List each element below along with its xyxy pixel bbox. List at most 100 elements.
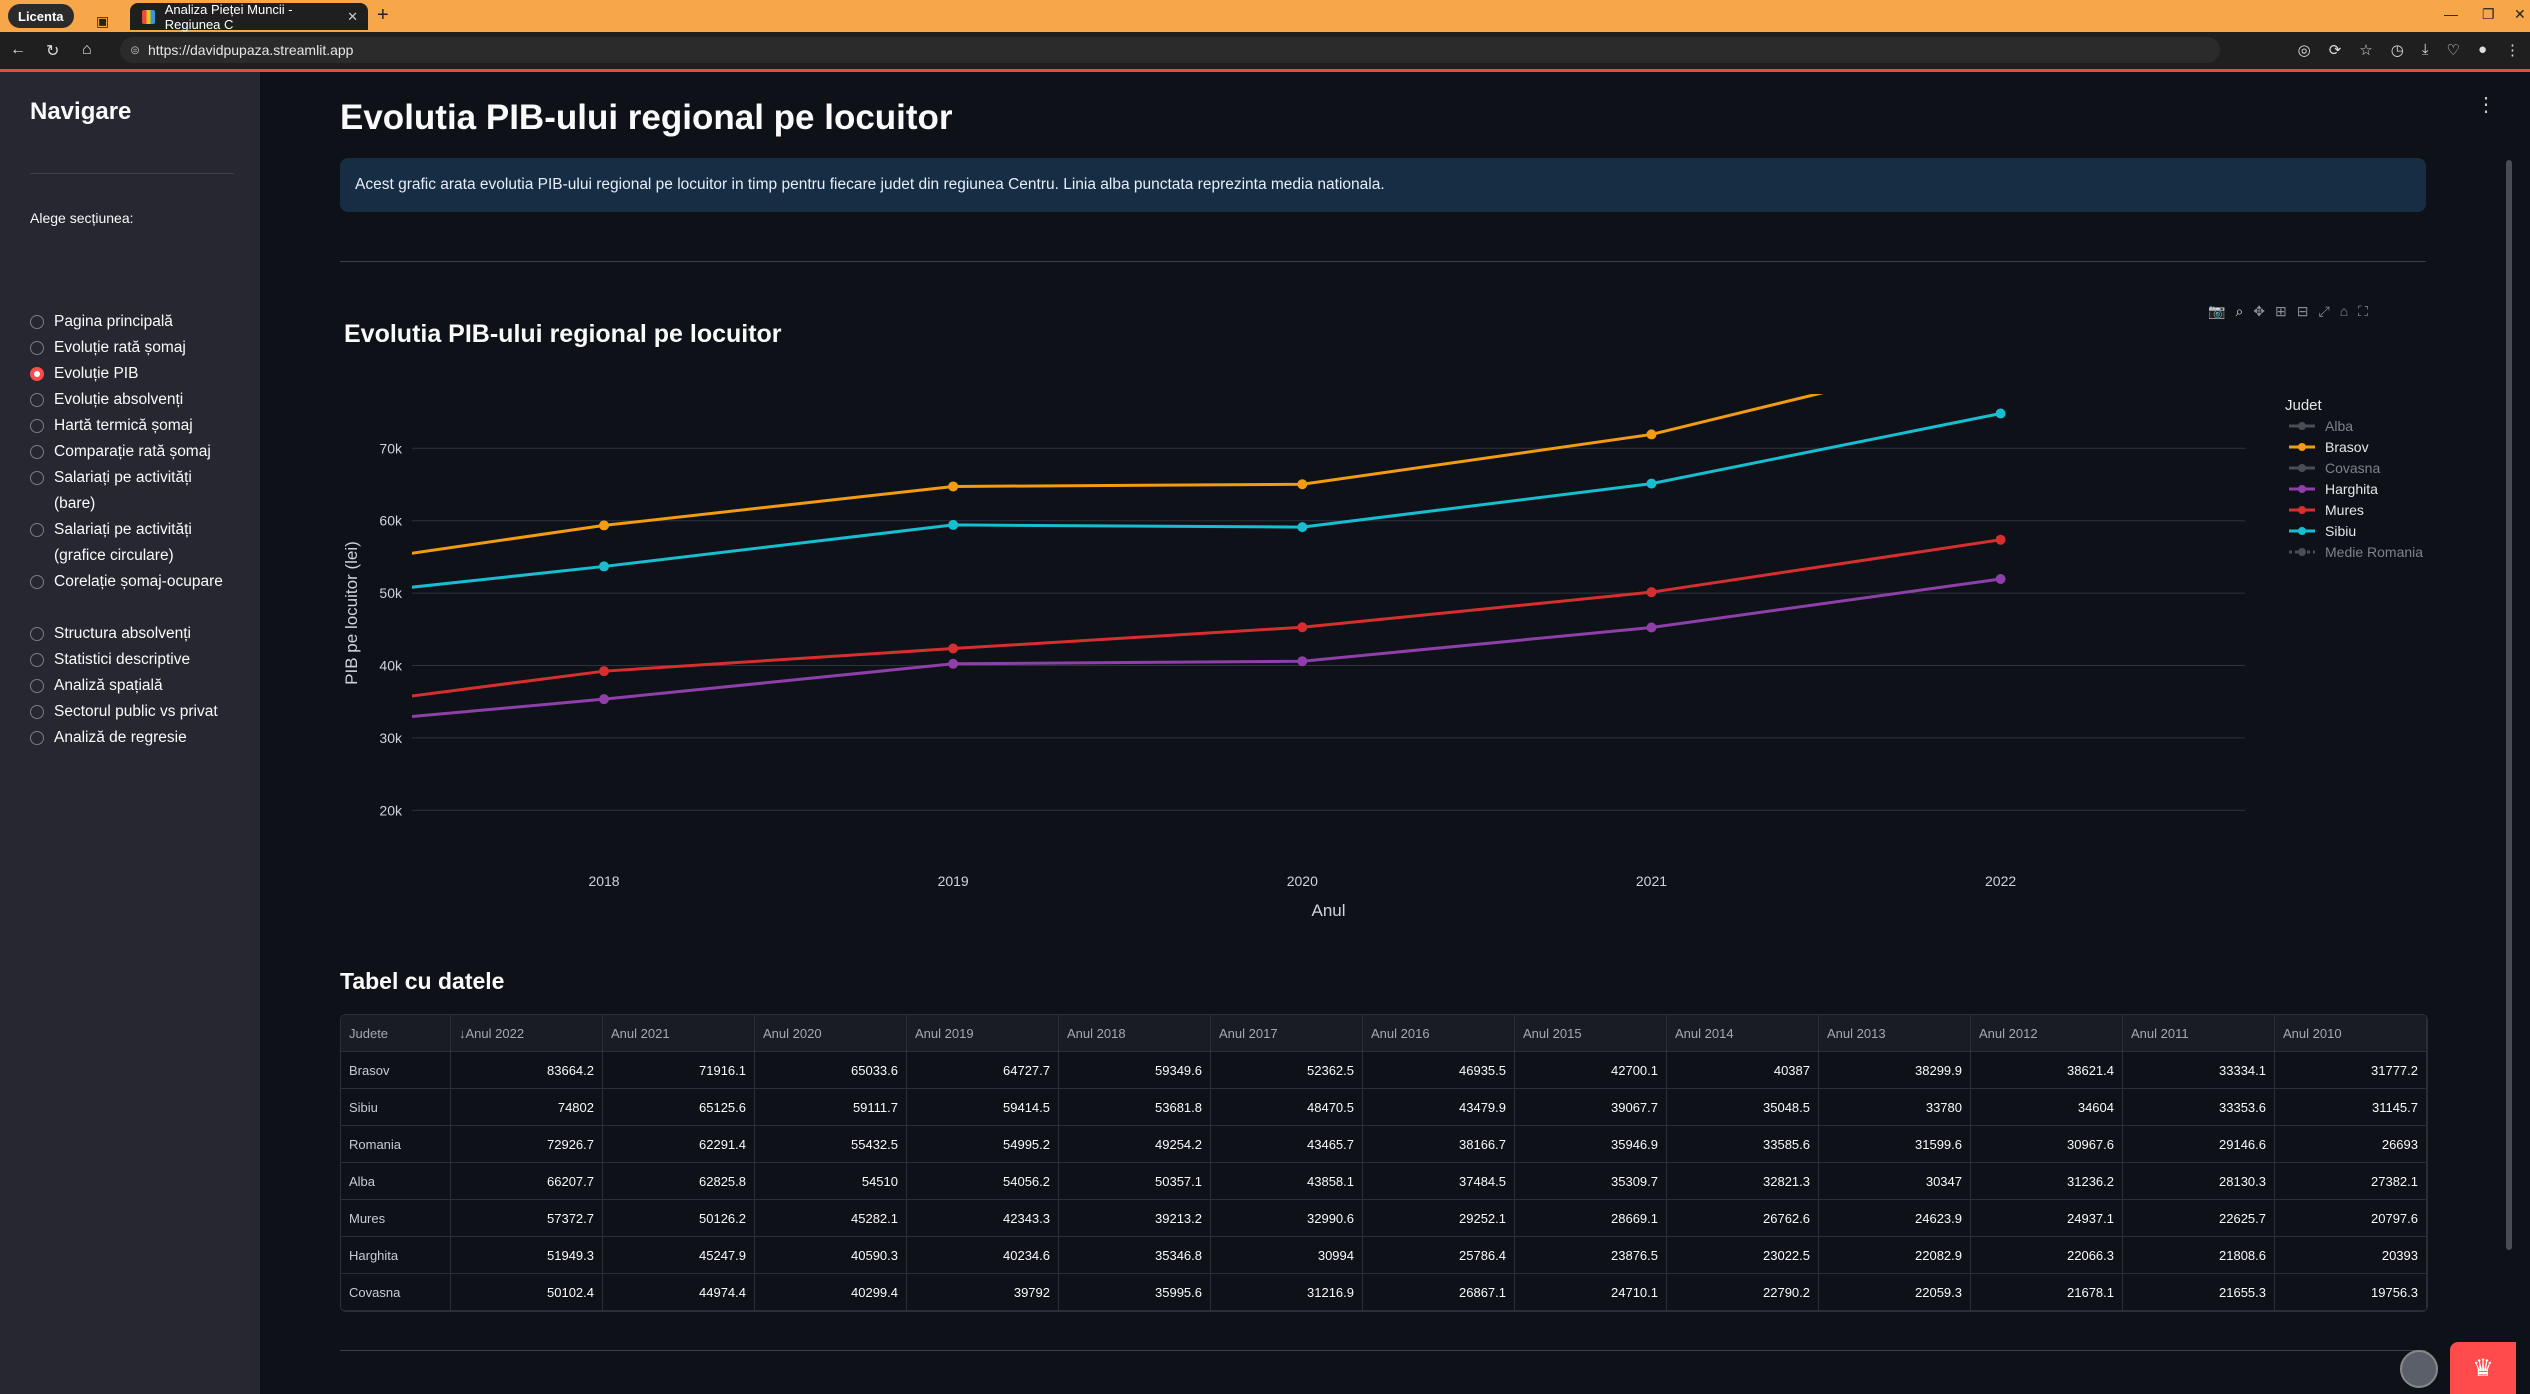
profile-tab[interactable]: Licenta [8,4,74,28]
table-cell[interactable]: 31236.2 [1970,1162,2123,1200]
table-cell[interactable]: 53681.8 [1058,1088,1211,1126]
table-cell[interactable]: 35946.9 [1514,1125,1667,1163]
zoom-icon[interactable]: ⌕ [2235,303,2243,320]
table-cell[interactable]: 65033.6 [754,1051,907,1089]
radio-icon[interactable] [30,653,44,667]
table-cell[interactable]: 31777.2 [2274,1051,2427,1089]
table-cell[interactable]: 35309.7 [1514,1162,1667,1200]
table-cell[interactable]: 44974.4 [602,1273,755,1311]
column-header[interactable]: Anul 2020 [754,1015,907,1052]
table-row[interactable]: Covasna 50102.4 44974.4 40299.4 39792 35995.6… [341,1273,2427,1311]
sidebar-item[interactable]: Structura absolvenți [30,621,230,647]
table-cell[interactable]: 39792 [906,1273,1059,1311]
table-row[interactable]: Brasov 83664.2 71916.1 65033.6 64727.7 59349.… [341,1051,2427,1089]
table-cell[interactable]: 37484.5 [1362,1162,1515,1200]
autoscale-icon[interactable]: ⤢ [2318,303,2329,320]
favorites-icon[interactable]: ☆ [2359,41,2372,59]
line-chart[interactable]: 20k 30k 40k 50k 60k 70k 2018 2019 2020 2021 2022 An… [340,380,2430,930]
table-cell[interactable]: 31216.9 [1210,1273,1363,1311]
table-row[interactable]: Sibiu 74802 65125.6 59111.7 59414.5 53681.8 48… [341,1088,2427,1126]
data-point[interactable] [948,643,959,654]
table-cell[interactable]: 22059.3 [1818,1273,1971,1311]
radio-icon[interactable] [30,679,44,693]
table-cell[interactable]: 48470.5 [1210,1088,1363,1126]
url-field[interactable]: ⊜ https://davidpupaza.streamlit.app [120,37,2220,63]
data-point[interactable] [1297,479,1308,490]
sync-icon[interactable]: ⟳ [2329,41,2342,59]
radio-icon[interactable] [30,315,44,329]
table-cell[interactable]: 42343.3 [906,1199,1059,1237]
account-icon[interactable]: ● [2478,41,2487,59]
zoom-in-icon[interactable]: ⊞ [2275,303,2287,320]
active-tab[interactable]: Analiza Pieței Muncii - Regiunea C ✕ [130,2,368,32]
table-cell[interactable]: 54510 [754,1162,907,1200]
table-cell[interactable]: 26693 [2274,1125,2427,1163]
main-menu-icon[interactable]: ⋮ [2476,92,2496,117]
row-label[interactable]: Romania [341,1125,451,1163]
table-cell[interactable]: 23876.5 [1514,1236,1667,1274]
legend-item[interactable]: Brasov [2289,439,2369,455]
extension-icon[interactable]: ◎ [2298,41,2311,59]
table-cell[interactable]: 59349.6 [1058,1051,1211,1089]
table-cell[interactable]: 22082.9 [1818,1236,1971,1274]
table-cell[interactable]: 62291.4 [602,1125,755,1163]
home-icon[interactable]: ⌂ [82,41,92,59]
table-cell[interactable]: 43479.9 [1362,1088,1515,1126]
radio-icon[interactable] [30,575,44,589]
table-cell[interactable]: 33353.6 [2122,1088,2275,1126]
series-line[interactable] [340,412,2001,605]
table-cell[interactable]: 19756.3 [2274,1273,2427,1311]
zoom-out-icon[interactable]: ⊟ [2297,303,2309,320]
column-header[interactable]: Anul 2012 [1970,1015,2123,1052]
table-cell[interactable]: 35995.6 [1058,1273,1211,1311]
table-cell[interactable]: 33780 [1818,1088,1971,1126]
table-cell[interactable]: 38166.7 [1362,1125,1515,1163]
table-cell[interactable]: 24710.1 [1514,1273,1667,1311]
table-cell[interactable]: 46935.5 [1362,1051,1515,1089]
close-window-icon[interactable]: ✕ [2514,6,2526,23]
table-cell[interactable]: 49254.2 [1058,1125,1211,1163]
minimize-icon[interactable]: — [2444,6,2458,22]
table-cell[interactable]: 27382.1 [2274,1162,2427,1200]
data-table[interactable]: Judete ↓Anul 2022 Anul 2021 Anul 2020 Anul 2… [340,1014,2428,1312]
history-icon[interactable]: ◷ [2391,41,2404,59]
column-header[interactable]: Anul 2016 [1362,1015,1515,1052]
site-info-icon[interactable]: ⊜ [130,37,140,63]
series-line[interactable] [340,577,2001,731]
sidebar-item[interactable]: Salariați pe activități (bare) [30,465,230,517]
sidebar-item[interactable]: Statistici descriptive [30,647,230,673]
restore-icon[interactable]: ❐ [2482,6,2495,23]
sidebar-item[interactable]: Comparație rată șomaj [30,439,230,465]
table-cell[interactable]: 40590.3 [754,1236,907,1274]
column-header[interactable]: Anul 2013 [1818,1015,1971,1052]
table-cell[interactable]: 40299.4 [754,1273,907,1311]
fullscreen-icon[interactable]: ⛶ [2358,303,2368,320]
radio-icon[interactable] [30,341,44,355]
table-cell[interactable]: 23022.5 [1666,1236,1819,1274]
reset-axes-icon[interactable]: ⌂ [2340,303,2348,320]
table-cell[interactable]: 62825.8 [602,1162,755,1200]
legend-item[interactable]: Alba [2289,418,2353,434]
table-cell[interactable]: 38621.4 [1970,1051,2123,1089]
legend-item[interactable]: Sibiu [2289,523,2356,539]
column-header[interactable]: Anul 2010 [2274,1015,2427,1052]
table-cell[interactable]: 43858.1 [1210,1162,1363,1200]
column-header[interactable]: Anul 2019 [906,1015,1059,1052]
menu-icon[interactable]: ⋮ [2505,41,2520,59]
camera-icon[interactable]: 📷 [2208,303,2225,320]
row-label[interactable]: Covasna [341,1273,451,1311]
table-cell[interactable]: 40234.6 [906,1236,1059,1274]
table-cell[interactable]: 22066.3 [1970,1236,2123,1274]
table-cell[interactable]: 22790.2 [1666,1273,1819,1311]
table-cell[interactable]: 83664.2 [450,1051,603,1089]
table-cell[interactable]: 30994 [1210,1236,1363,1274]
table-cell[interactable]: 57372.7 [450,1199,603,1237]
close-tab-icon[interactable]: ✕ [347,9,358,25]
column-header[interactable]: ↓Anul 2022 [450,1015,603,1052]
table-cell[interactable]: 32821.3 [1666,1162,1819,1200]
legend-item[interactable]: Medie Romania [2289,544,2423,560]
avatar[interactable] [2400,1350,2438,1388]
data-point[interactable] [1297,656,1308,667]
data-point[interactable] [1646,429,1657,440]
table-cell[interactable]: 54995.2 [906,1125,1059,1163]
